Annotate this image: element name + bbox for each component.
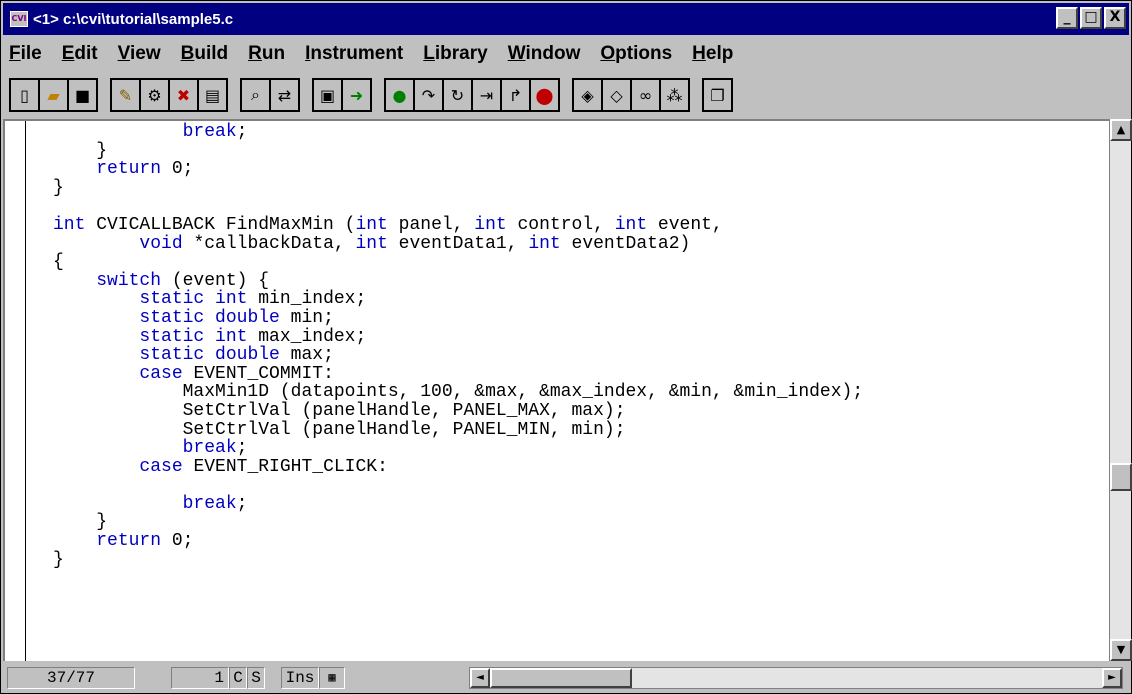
menu-view[interactable]: View	[118, 43, 161, 65]
code-line: static int max_index;	[139, 326, 367, 347]
vertical-scroll-thumb[interactable]	[1110, 463, 1132, 491]
build-icon[interactable]: ▣	[312, 78, 343, 112]
menu-window[interactable]: Window	[508, 43, 581, 65]
maximize-button[interactable]: □	[1080, 7, 1102, 29]
scroll-left-button[interactable]: ◄	[470, 668, 490, 688]
menu-build[interactable]: Build	[181, 43, 229, 65]
code-line: }	[53, 140, 108, 161]
code-text[interactable]: break; } return 0;} int CVICALLBACK Find…	[53, 123, 863, 569]
code-line: case EVENT_COMMIT:	[139, 363, 334, 384]
watch-icon[interactable]: ◈	[572, 78, 603, 112]
code-line: }	[53, 512, 108, 533]
step-over-icon[interactable]: ↻	[442, 78, 473, 112]
stop-icon[interactable]: ⬤	[529, 78, 560, 112]
vertical-scrollbar[interactable]: ▲ ▼	[1109, 119, 1132, 661]
copy-icon[interactable]: ❐	[702, 78, 733, 112]
code-line: {	[53, 252, 64, 273]
code-line: int CVICALLBACK FindMaxMin (int panel, i…	[53, 214, 723, 235]
code-line: static double min;	[139, 307, 334, 328]
window-controls: _ □ X	[1056, 7, 1126, 29]
title-bar[interactable]: CVI <1> c:\cvi\tutorial\sample5.c _ □ X	[3, 3, 1129, 35]
go-icon[interactable]: ●	[384, 78, 415, 112]
tools-icon[interactable]: ⚙	[139, 78, 170, 112]
horizontal-scrollbar[interactable]: ◄ ►	[469, 667, 1123, 689]
menu-run[interactable]: Run	[248, 43, 285, 65]
status-bar: 37/77 1 C S Ins ▦ ◄ ►	[3, 663, 1129, 693]
code-line: return 0;	[96, 159, 194, 180]
code-line: return 0;	[96, 531, 194, 552]
menu-bar: File Edit View Build Run Instrument Library Win…	[3, 37, 1129, 71]
scroll-up-button[interactable]: ▲	[1110, 119, 1132, 141]
continue-icon[interactable]: ↱	[500, 78, 531, 112]
menu-library[interactable]: Library	[423, 43, 487, 65]
source-editor[interactable]: break; } return 0;} int CVICALLBACK Find…	[3, 119, 1109, 661]
window-icon[interactable]: ▤	[197, 78, 228, 112]
code-line: void *callbackData, int eventData1, int …	[139, 233, 691, 254]
line-indicator: 37/77	[7, 667, 135, 689]
code-line: case EVENT_RIGHT_CLICK:	[139, 456, 388, 477]
menu-options[interactable]: Options	[600, 43, 672, 65]
trace-icon[interactable]: ⁂	[659, 78, 690, 112]
step-into-icon[interactable]: ↷	[413, 78, 444, 112]
s-flag: S	[247, 667, 265, 689]
close-button[interactable]: X	[1104, 7, 1126, 29]
code-line: SetCtrlVal (panelHandle, PANEL_MAX, max)…	[53, 400, 626, 421]
replace-icon[interactable]: ⇄	[269, 78, 300, 112]
menu-edit[interactable]: Edit	[62, 43, 98, 65]
code-line: static double max;	[139, 345, 334, 366]
code-line: static int min_index;	[139, 289, 367, 310]
application-window: CVI <1> c:\cvi\tutorial\sample5.c _ □ X …	[0, 0, 1132, 694]
new-file-icon[interactable]: ▯	[9, 78, 40, 112]
cvi-app-icon[interactable]: CVI	[10, 11, 28, 27]
menu-help[interactable]: Help	[692, 43, 733, 65]
keyboard-icon: ▦	[319, 667, 345, 689]
c-flag: C	[229, 667, 247, 689]
code-line: break;	[182, 438, 248, 459]
toolbar: ▯ ▰ ■ ✎ ⚙ ✖ ▤ ⌕ ⇄ ▣ ➜ ● ↷ ↻ ⇥ ↱ ⬤ ◈ ◇ ∞ ⁂ ❐	[3, 73, 1129, 117]
code-line: }	[53, 549, 64, 570]
menu-file[interactable]: File	[9, 43, 42, 65]
horizontal-scroll-thumb[interactable]	[490, 668, 632, 688]
insert-mode: Ins	[281, 667, 319, 689]
code-line: break;	[182, 122, 248, 142]
code-line: switch (event) {	[96, 270, 270, 291]
code-line: }	[53, 177, 64, 198]
run-icon[interactable]: ➜	[341, 78, 372, 112]
open-file-icon[interactable]: ▰	[38, 78, 69, 112]
gutter-divider	[25, 121, 26, 661]
scroll-down-button[interactable]: ▼	[1110, 639, 1132, 661]
save-icon[interactable]: ■	[67, 78, 98, 112]
minimize-button[interactable]: _	[1056, 7, 1078, 29]
breakpoint-icon[interactable]: ✖	[168, 78, 199, 112]
code-line: SetCtrlVal (panelHandle, PANEL_MIN, min)…	[53, 419, 626, 440]
variables-icon[interactable]: ◇	[601, 78, 632, 112]
find-icon[interactable]: ⌕	[240, 78, 271, 112]
column-indicator: 1	[171, 667, 229, 689]
edit-icon[interactable]: ✎	[110, 78, 141, 112]
window-title: <1> c:\cvi\tutorial\sample5.c	[33, 10, 234, 28]
finish-icon[interactable]: ⇥	[471, 78, 502, 112]
menu-instrument[interactable]: Instrument	[305, 43, 403, 65]
code-line: break;	[182, 493, 248, 514]
view-icon[interactable]: ∞	[630, 78, 661, 112]
code-line: MaxMin1D (datapoints, 100, &max, &max_in…	[53, 382, 864, 403]
scroll-right-button[interactable]: ►	[1102, 668, 1122, 688]
